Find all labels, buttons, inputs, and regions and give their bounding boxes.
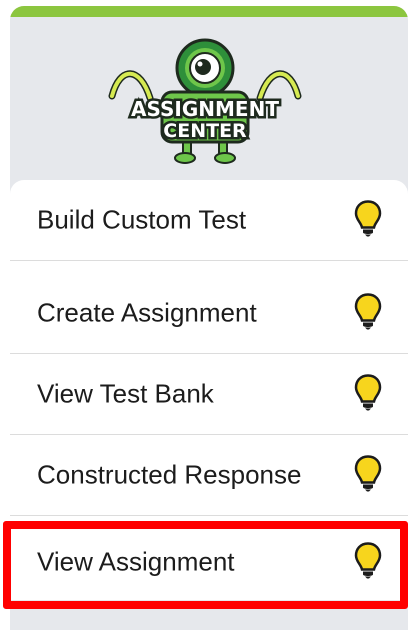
menu-item-create-assignment[interactable]: Create Assignment: [10, 273, 408, 354]
lightbulb-icon[interactable]: [354, 373, 382, 411]
lightbulb-icon[interactable]: [354, 199, 382, 237]
menu-item-label: Constructed Response: [37, 459, 302, 490]
accent-bar: [10, 6, 408, 17]
logo-text-line1: ASSIGNMENT: [131, 97, 279, 121]
assignment-center-logo: ASSIGNMENT CENTER: [108, 38, 302, 164]
menu-item-build-custom-test[interactable]: Build Custom Test: [10, 180, 408, 261]
menu-item-label: Build Custom Test: [37, 204, 247, 235]
menu-item-label: View Assignment: [37, 546, 235, 576]
menu-item-constructed-response[interactable]: Constructed Response: [10, 435, 408, 516]
lightbulb-icon[interactable]: [354, 292, 382, 330]
menu-item-label: View Test Bank: [37, 378, 214, 409]
lightbulb-icon[interactable]: [354, 541, 382, 579]
logo-text-line2: CENTER: [163, 120, 247, 142]
menu-item-view-test-bank[interactable]: View Test Bank: [10, 354, 408, 435]
lightbulb-icon[interactable]: [354, 454, 382, 492]
menu-item-view-assignment[interactable]: View Assignment: [10, 521, 408, 602]
menu-list: Build Custom Test Create Assignment View…: [10, 180, 408, 600]
menu-item-label: Create Assignment: [37, 297, 257, 328]
